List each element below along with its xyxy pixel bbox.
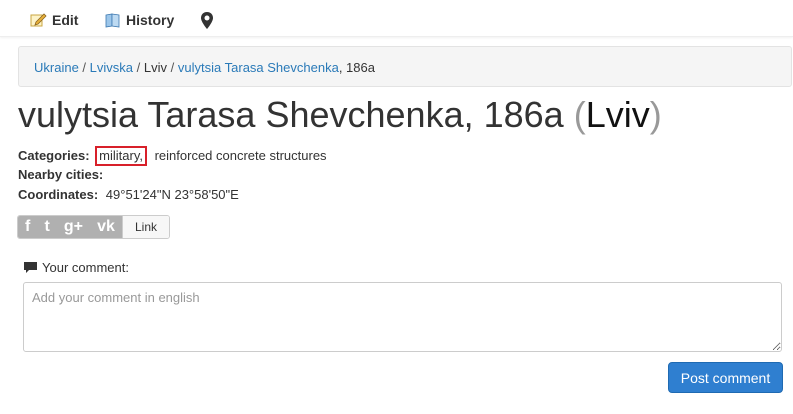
breadcrumb-separator: / [136, 60, 141, 75]
coordinates-row: Coordinates: 49°51'24"N 23°58'50"E [18, 186, 239, 204]
edit-button[interactable]: Edit [30, 10, 78, 30]
categories-label: Categories: [18, 148, 90, 163]
nearby-cities-label: Nearby cities: [18, 167, 104, 182]
comment-label: Your comment: [42, 260, 129, 275]
vk-icon[interactable]: vk [97, 218, 115, 236]
google-plus-icon[interactable]: g+ [64, 218, 83, 236]
post-comment-button[interactable]: Post comment [668, 362, 783, 393]
nearby-cities-row: Nearby cities: [18, 166, 103, 184]
speech-bubble-icon [24, 261, 37, 274]
history-label: History [126, 12, 175, 28]
social-icons: f t g+ vk [18, 216, 122, 238]
page-title: vulytsia Tarasa Shevchenka, 186a (Lviv) [18, 92, 662, 138]
breadcrumb-separator: / [82, 60, 87, 75]
facebook-icon[interactable]: f [25, 218, 30, 236]
categories-row: Categories: military, reinforced concret… [18, 146, 327, 166]
comment-input[interactable] [23, 282, 782, 352]
edit-label: Edit [52, 12, 79, 28]
book-icon [104, 12, 122, 28]
share-bar: f t g+ vk Link [17, 215, 170, 239]
breadcrumb-link-country[interactable]: Ukraine [34, 60, 79, 75]
map-marker-button[interactable] [200, 10, 222, 30]
breadcrumb: Ukraine / Lvivska / Lviv / vulytsia Tara… [18, 46, 792, 87]
category-link-concrete[interactable]: reinforced concrete structures [155, 148, 327, 163]
history-button[interactable]: History [104, 10, 174, 30]
title-close-paren: ) [649, 94, 662, 135]
title-address: vulytsia Tarasa Shevchenka, 186a [18, 94, 564, 135]
map-marker-icon [200, 12, 218, 29]
breadcrumb-current: , 186a [338, 60, 375, 75]
breadcrumb-link-region[interactable]: Lvivska [90, 60, 133, 75]
breadcrumb-city: Lviv [143, 60, 168, 75]
breadcrumb-separator: / [170, 60, 175, 75]
top-toolbar: Edit History [0, 0, 793, 37]
title-open-paren: ( [573, 94, 586, 135]
highlight-box: military, [95, 146, 147, 166]
pencil-icon [30, 12, 48, 28]
breadcrumb-link-street[interactable]: vulytsia Tarasa Shevchenka [178, 60, 339, 75]
link-button[interactable]: Link [122, 216, 169, 238]
title-city-link[interactable]: Lviv [586, 94, 650, 135]
coordinates-label: Coordinates: [18, 187, 99, 202]
comment-label-row: Your comment: [24, 260, 129, 275]
twitter-icon[interactable]: t [44, 218, 49, 236]
coordinates-value: 49°51'24"N 23°58'50"E [105, 187, 239, 202]
category-link-military[interactable]: military, [99, 148, 143, 163]
